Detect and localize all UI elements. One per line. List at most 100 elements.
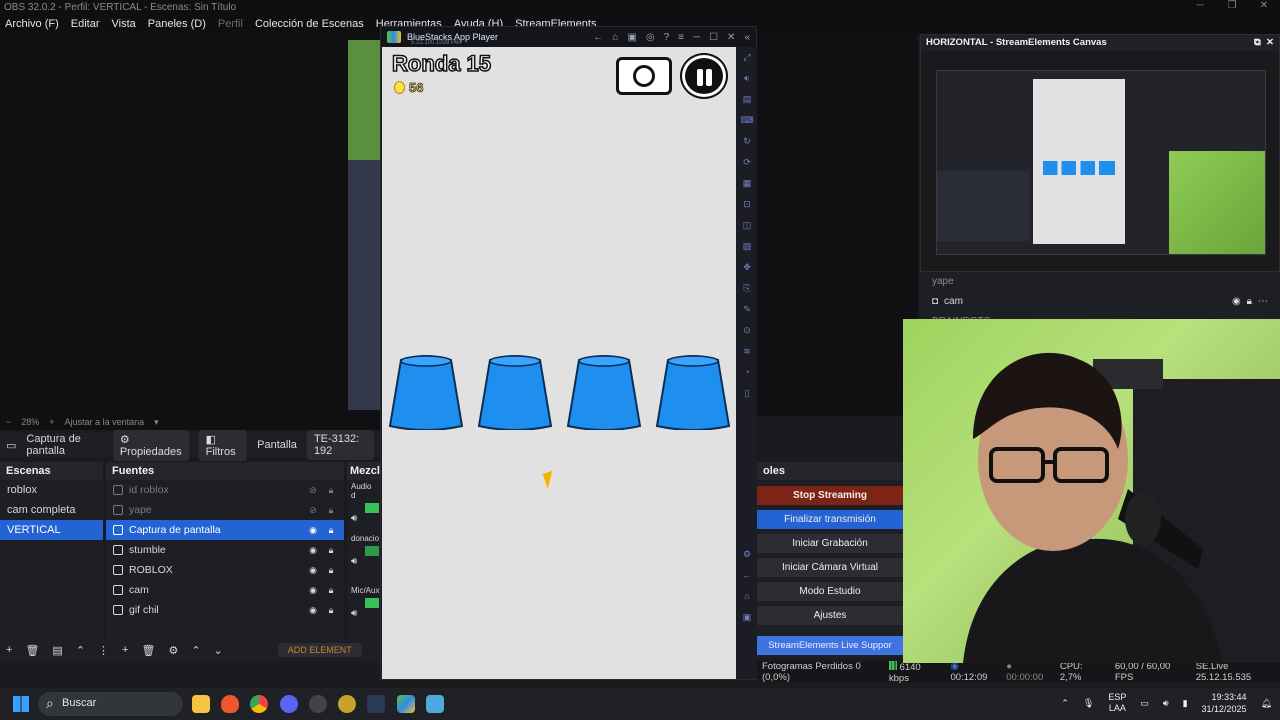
- add-element-button[interactable]: ADD ELEMENT: [277, 643, 362, 657]
- eco-icon[interactable]: ✎: [737, 299, 757, 320]
- panel-icon[interactable]: ▯: [737, 383, 757, 404]
- file-explorer-icon[interactable]: [192, 695, 210, 713]
- scene-item-vertical[interactable]: VERTICAL: [0, 520, 103, 540]
- location-icon[interactable]: ⊙: [737, 320, 757, 341]
- collapse-sidebar-icon[interactable]: «: [744, 32, 750, 43]
- settings-icon[interactable]: ⚙: [737, 544, 757, 565]
- close-icon[interactable]: ✕: [1248, 0, 1280, 11]
- sync-icon[interactable]: ⟳: [737, 152, 757, 173]
- se-support-button[interactable]: StreamElements Live Suppor: [757, 636, 903, 655]
- close-icon[interactable]: ✕: [727, 32, 735, 43]
- volume-icon[interactable]: 🔊︎: [1163, 698, 1169, 709]
- minimize-icon[interactable]: ─: [1184, 0, 1216, 11]
- menu-edit[interactable]: Editar: [71, 18, 100, 32]
- lock-icon[interactable]: 🔒︎: [325, 605, 337, 616]
- app-icon[interactable]: [338, 695, 356, 713]
- keyboard-icon[interactable]: ⌨: [737, 110, 757, 131]
- lock-icon[interactable]: 🔒︎: [325, 585, 337, 596]
- menu-profile[interactable]: Perfil: [218, 18, 243, 32]
- settings-button[interactable]: Ajustes: [757, 606, 903, 625]
- eye-icon[interactable]: ◉: [307, 525, 319, 536]
- source-item[interactable]: ROBLOX ◉ 🔒︎: [106, 560, 344, 580]
- network-icon[interactable]: ▭: [1140, 698, 1149, 709]
- photos-icon[interactable]: [426, 695, 444, 713]
- macro-icon[interactable]: ◔: [737, 362, 757, 383]
- eye-icon[interactable]: ◉: [307, 545, 319, 556]
- language-indicator[interactable]: ESP LAA: [1108, 692, 1126, 714]
- battery-icon[interactable]: ▮: [1183, 698, 1188, 709]
- shake-icon[interactable]: ✥: [737, 257, 757, 278]
- menu-view[interactable]: Vista: [112, 18, 136, 32]
- eye-hidden-icon[interactable]: ⊘: [307, 485, 319, 496]
- lock-icon[interactable]: 🔒︎: [325, 565, 337, 576]
- cup[interactable]: [477, 354, 553, 431]
- chrome-icon[interactable]: [250, 695, 268, 713]
- mute-icon[interactable]: 🔊︎: [351, 513, 377, 524]
- eye-hidden-icon[interactable]: ⊘: [307, 505, 319, 516]
- source-item[interactable]: id roblox ⊘ 🔒︎: [106, 480, 344, 500]
- camera-button[interactable]: [616, 57, 672, 95]
- discord-icon[interactable]: [280, 695, 298, 713]
- menu-scene-collection[interactable]: Colección de Escenas: [255, 18, 364, 32]
- notification-bell-icon[interactable]: 🔔︎: [1261, 698, 1272, 709]
- multi-instance-icon[interactable]: ▣: [627, 32, 636, 43]
- layer-row[interactable]: yape: [920, 272, 1280, 292]
- gamepad-icon[interactable]: ▦: [737, 173, 757, 194]
- se-canvas-preview[interactable]: [936, 70, 1266, 255]
- add-source-icon[interactable]: +: [122, 644, 128, 656]
- menu-file[interactable]: Archivo (F): [5, 18, 59, 32]
- recent-apps-icon[interactable]: ▣: [737, 607, 757, 628]
- fit-to-window[interactable]: Ajustar a la ventana: [65, 417, 145, 429]
- media-icon[interactable]: ▨: [737, 236, 757, 257]
- chevron-up-icon[interactable]: ⌃: [191, 644, 200, 657]
- game-screen[interactable]: Ronda 15 56: [382, 47, 736, 679]
- eye-icon[interactable]: ◉: [307, 605, 319, 616]
- filters-button[interactable]: ◧ Filtros: [198, 429, 248, 461]
- clock[interactable]: 19:33:44 31/12/2025: [1202, 691, 1247, 715]
- more-icon[interactable]: ⋮: [98, 644, 109, 657]
- taskbar-search[interactable]: Buscar: [38, 692, 183, 716]
- microphone-icon[interactable]: 🎙︎: [1083, 698, 1094, 709]
- zoom-in-icon[interactable]: +: [49, 417, 54, 429]
- chevron-up-icon[interactable]: ⌃: [76, 644, 85, 657]
- screen-select[interactable]: TE-3132: 192: [306, 430, 374, 460]
- chevron-up-icon[interactable]: ⌃: [1061, 698, 1069, 709]
- start-recording-button[interactable]: Iniciar Grabación: [757, 534, 903, 553]
- trash-icon[interactable]: 🗑︎: [25, 644, 39, 657]
- zoom-out-icon[interactable]: −: [6, 417, 11, 429]
- home-icon[interactable]: ⌂: [612, 32, 618, 43]
- record-icon[interactable]: ◫: [737, 215, 757, 236]
- more-icon[interactable]: ⋯: [1258, 296, 1268, 308]
- lock-icon[interactable]: 🔒︎: [325, 505, 337, 516]
- menu-icon[interactable]: ≡: [678, 32, 684, 43]
- copy-icon[interactable]: ⎘: [737, 278, 757, 299]
- bluestacks-taskbar-icon[interactable]: [397, 695, 415, 713]
- screenshot-icon[interactable]: ⊡: [737, 194, 757, 215]
- minimize-icon[interactable]: ─: [693, 32, 700, 43]
- source-item[interactable]: cam ◉ 🔒︎: [106, 580, 344, 600]
- close-icon[interactable]: ✕: [1266, 37, 1274, 49]
- source-item[interactable]: Captura de pantalla ◉ 🔒︎: [106, 520, 344, 540]
- screen-icon[interactable]: ▤: [737, 89, 757, 110]
- float-icon[interactable]: ⧉: [1254, 37, 1261, 49]
- obs-icon[interactable]: [309, 695, 327, 713]
- back-icon[interactable]: ←: [737, 565, 757, 586]
- chevron-down-icon[interactable]: ⌄: [214, 644, 223, 657]
- back-icon[interactable]: ←: [593, 32, 603, 43]
- maximize-icon[interactable]: ❐: [1216, 0, 1248, 11]
- end-stream-button[interactable]: Finalizar transmisión: [757, 510, 903, 529]
- filter-icon[interactable]: ▤: [52, 644, 62, 657]
- layers-icon[interactable]: ≋: [737, 341, 757, 362]
- help-icon[interactable]: ?: [664, 32, 670, 43]
- rotate-icon[interactable]: ↻: [737, 131, 757, 152]
- cup[interactable]: [655, 354, 731, 431]
- cup[interactable]: [566, 354, 642, 431]
- mute-icon[interactable]: 🔊︎: [351, 556, 377, 567]
- home-icon[interactable]: ⌂: [737, 586, 757, 607]
- stop-streaming-button[interactable]: Stop Streaming: [757, 486, 903, 505]
- eye-icon[interactable]: ◉: [307, 565, 319, 576]
- pause-button[interactable]: [682, 55, 726, 97]
- steam-icon[interactable]: [367, 695, 385, 713]
- source-item[interactable]: stumble ◉ 🔒︎: [106, 540, 344, 560]
- source-item[interactable]: yape ⊘ 🔒︎: [106, 500, 344, 520]
